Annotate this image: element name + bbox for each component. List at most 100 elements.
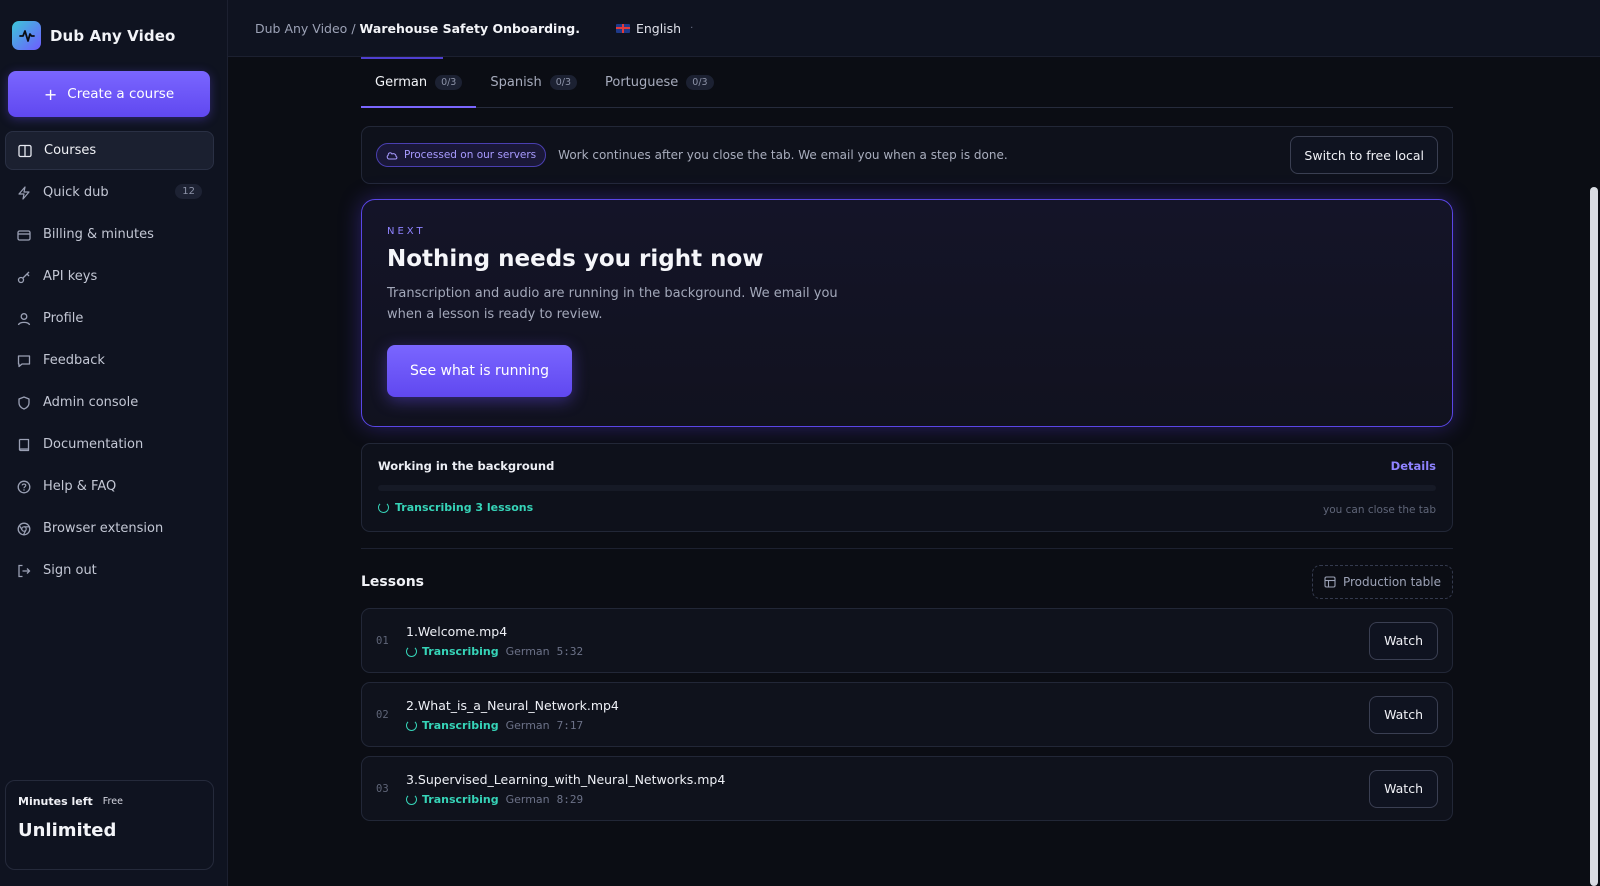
lesson-duration: 5:32 bbox=[556, 644, 584, 658]
create-course-button[interactable]: + Create a course bbox=[8, 71, 210, 117]
server-processing-text: Work continues after you close the tab. … bbox=[558, 148, 1008, 162]
lesson-status: Transcribing bbox=[406, 793, 499, 806]
watch-button[interactable]: Watch bbox=[1369, 695, 1438, 734]
brand[interactable]: Dub Any Video bbox=[12, 21, 175, 50]
plan-tier: Free bbox=[102, 796, 123, 807]
sidebar-item-label: API keys bbox=[43, 269, 98, 284]
sidebar-item-feedback[interactable]: Feedback bbox=[5, 341, 214, 380]
breadcrumb-current: Warehouse Safety Onboarding. bbox=[359, 20, 580, 36]
app-name: Dub Any Video bbox=[50, 26, 176, 45]
lesson-duration: 7:17 bbox=[556, 718, 584, 732]
count-badge: 12 bbox=[175, 184, 202, 199]
sidebar-item-documentation[interactable]: Documentation bbox=[5, 425, 214, 464]
sidebar-item-sign-out[interactable]: Sign out bbox=[5, 551, 214, 590]
next-title: Nothing needs you right now bbox=[387, 246, 764, 272]
plus-icon: + bbox=[43, 84, 58, 104]
key-icon bbox=[16, 269, 32, 285]
create-course-label: Create a course bbox=[67, 86, 175, 102]
language-tabs: German 0/3 Spanish 0/3 Portuguese 0/3 bbox=[361, 57, 1453, 108]
shield-icon bbox=[16, 395, 32, 411]
lesson-language: German bbox=[505, 644, 550, 658]
lesson-status-label: Transcribing bbox=[422, 718, 499, 732]
chrome-icon bbox=[16, 521, 32, 537]
see-running-button[interactable]: See what is running bbox=[387, 345, 572, 397]
topbar: Dub Any Video / Warehouse Safety Onboard… bbox=[228, 0, 1600, 57]
tab-label: Portuguese bbox=[605, 74, 679, 90]
lesson-meta: Transcribing German 7:17 bbox=[406, 719, 619, 732]
lessons-header: Lessons Production table bbox=[361, 565, 1453, 599]
background-status-label: Transcribing 3 lessons bbox=[395, 501, 534, 514]
sidebar: Dub Any Video + Create a course Courses … bbox=[0, 0, 228, 886]
user-icon bbox=[16, 311, 32, 327]
lesson-number: 01 bbox=[376, 634, 389, 647]
sidebar-item-quick-dub[interactable]: Quick dub 12 bbox=[5, 173, 214, 212]
sidebar-item-label: Quick dub bbox=[43, 185, 109, 200]
lesson-row[interactable]: 01 1.Welcome.mp4 Transcribing German 5:3… bbox=[361, 608, 1453, 673]
book-open-icon bbox=[17, 143, 33, 159]
lesson-number: 02 bbox=[376, 708, 389, 721]
sidebar-item-help[interactable]: Help & FAQ bbox=[5, 467, 214, 506]
sidebar-item-api-keys[interactable]: API keys bbox=[5, 257, 214, 296]
tab-label: Spanish bbox=[490, 74, 542, 90]
breadcrumb-root[interactable]: Dub Any Video bbox=[255, 21, 347, 36]
spinner-icon bbox=[406, 793, 417, 805]
scrollbar[interactable] bbox=[1587, 57, 1600, 886]
server-processing-badge: Processed on our servers bbox=[376, 143, 547, 167]
logo-icon bbox=[12, 21, 41, 50]
sidebar-nav: Courses Quick dub 12 Billing & minutes A… bbox=[5, 131, 214, 593]
scrollbar-thumb[interactable] bbox=[1590, 187, 1598, 886]
sidebar-item-label: Courses bbox=[44, 143, 97, 158]
lesson-meta: Transcribing German 5:32 bbox=[406, 645, 583, 658]
sidebar-item-browser-extension[interactable]: Browser extension bbox=[5, 509, 214, 548]
tab-count-badge: 0/3 bbox=[549, 74, 577, 90]
lesson-status: Transcribing bbox=[406, 645, 499, 658]
sidebar-item-label: Billing & minutes bbox=[43, 227, 154, 242]
spinner-icon bbox=[406, 645, 417, 657]
sidebar-item-label: Documentation bbox=[43, 437, 144, 452]
book-icon bbox=[16, 437, 32, 453]
spinner-icon bbox=[378, 502, 389, 513]
next-eyebrow: NEXT bbox=[387, 226, 426, 237]
tab-label: German bbox=[375, 74, 428, 90]
watch-button[interactable]: Watch bbox=[1369, 621, 1438, 660]
sidebar-item-admin[interactable]: Admin console bbox=[5, 383, 214, 422]
lesson-language: German bbox=[505, 792, 550, 806]
tab-spanish[interactable]: Spanish 0/3 bbox=[476, 57, 591, 107]
main-content: German 0/3 Spanish 0/3 Portuguese 0/3 Pr… bbox=[361, 57, 1453, 821]
tab-count-badge: 0/3 bbox=[435, 74, 463, 90]
sidebar-item-profile[interactable]: Profile bbox=[5, 299, 214, 338]
minutes-value: Unlimited bbox=[18, 820, 117, 841]
minutes-card: Minutes left Free Unlimited bbox=[5, 780, 214, 870]
sidebar-item-label: Profile bbox=[43, 311, 84, 326]
sidebar-item-billing[interactable]: Billing & minutes bbox=[5, 215, 214, 254]
credit-card-icon bbox=[16, 227, 32, 243]
switch-to-local-button[interactable]: Switch to free local bbox=[1290, 136, 1438, 174]
production-table-label: Production table bbox=[1342, 575, 1441, 589]
lesson-filename: 2.What_is_a_Neural_Network.mp4 bbox=[406, 697, 619, 713]
next-description: Transcription and audio are running in t… bbox=[387, 286, 838, 322]
language-select[interactable]: English · bbox=[615, 20, 693, 36]
language-label: English bbox=[635, 20, 682, 36]
tab-german[interactable]: German 0/3 bbox=[361, 57, 477, 108]
lesson-meta: Transcribing German 8:29 bbox=[406, 793, 725, 806]
server-processing-label: Processed on our servers bbox=[404, 149, 537, 161]
tab-portuguese[interactable]: Portuguese 0/3 bbox=[591, 57, 728, 107]
lesson-row[interactable]: 03 3.Supervised_Learning_with_Neural_Net… bbox=[361, 756, 1453, 821]
tab-count-badge: 0/3 bbox=[686, 74, 714, 90]
sidebar-item-label: Feedback bbox=[43, 353, 105, 368]
sidebar-item-label: Sign out bbox=[43, 563, 97, 578]
bolt-icon bbox=[16, 185, 32, 201]
background-work-card: Working in the background Details Transc… bbox=[361, 443, 1453, 532]
sidebar-item-courses[interactable]: Courses bbox=[5, 131, 214, 170]
sign-out-icon bbox=[16, 563, 32, 579]
processing-mode-bar: Processed on our servers Work continues … bbox=[361, 126, 1453, 184]
minutes-label: Minutes left bbox=[18, 795, 93, 808]
background-status: Transcribing 3 lessons bbox=[378, 501, 1436, 514]
watch-button[interactable]: Watch bbox=[1369, 769, 1438, 808]
table-icon bbox=[1324, 576, 1336, 588]
lesson-duration: 8:29 bbox=[556, 792, 584, 806]
lesson-row[interactable]: 02 2.What_is_a_Neural_Network.mp4 Transc… bbox=[361, 682, 1453, 747]
production-table-button[interactable]: Production table bbox=[1311, 565, 1453, 599]
lesson-filename: 3.Supervised_Learning_with_Neural_Networ… bbox=[406, 771, 726, 787]
details-link[interactable]: Details bbox=[1391, 459, 1436, 473]
